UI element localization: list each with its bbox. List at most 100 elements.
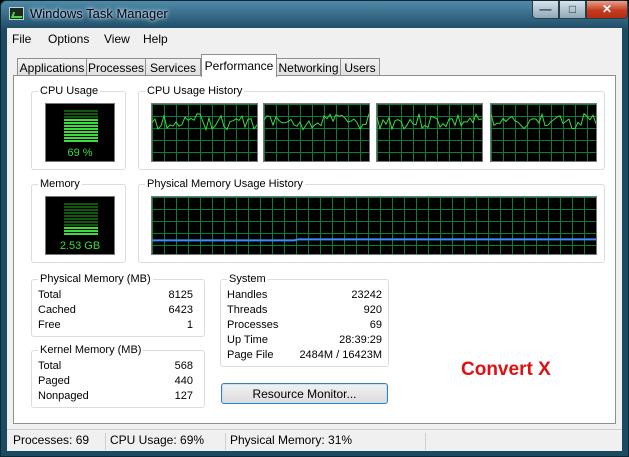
stat-row: Cached 6423 <box>38 304 193 318</box>
memory-history-label: Physical Memory Usage History <box>145 178 305 190</box>
cpu-core4-line <box>491 112 596 130</box>
task-manager-icon <box>9 7 24 20</box>
physical-memory-group: Physical Memory (MB) Total 8125 Cached 642… <box>31 273 205 337</box>
stat-value: 28:39:29 <box>339 334 382 346</box>
physical-memory-label: Physical Memory (MB) <box>38 273 153 285</box>
meter-bar-segment <box>64 116 98 118</box>
kernel-memory-group: Kernel Memory (MB) Total 568 Paged 440 Non… <box>31 344 205 408</box>
stat-value: 568 <box>174 360 193 372</box>
meter-bar-segment <box>64 218 98 220</box>
stat-value: 920 <box>363 304 382 316</box>
close-icon: ✕ <box>601 2 613 16</box>
cpu-core3-line <box>377 112 482 131</box>
cpu-history-group: CPU Usage History <box>138 85 605 170</box>
close-button[interactable]: ✕ <box>586 1 628 19</box>
stat-row: Page File 2484M / 16423M <box>227 349 382 363</box>
memory-history-series <box>152 238 596 242</box>
cpu-history-series <box>377 112 482 131</box>
stat-row: Nonpaged 127 <box>38 390 193 404</box>
tab-users[interactable]: Users <box>340 58 380 76</box>
stat-row: Processes 69 <box>227 319 382 333</box>
stat-row: Free 1 <box>38 319 193 333</box>
kernel-memory-label: Kernel Memory (MB) <box>38 344 144 356</box>
memory-usage-line <box>152 238 596 242</box>
cpu-history-graph-core3 <box>376 103 483 162</box>
minimize-button[interactable]: — <box>532 1 559 19</box>
task-manager-window: Windows Task Manager — □ ✕ File Options … <box>0 0 629 457</box>
stat-name: Up Time <box>227 334 268 346</box>
meter-bar-segment <box>64 203 98 205</box>
cpu-core2-line <box>264 113 369 131</box>
meter-bar-segment <box>64 224 98 226</box>
memory-value: 2.53 GB <box>59 240 101 252</box>
cpu-usage-group: CPU Usage 69 % <box>31 85 126 170</box>
meter-bar-segment <box>64 131 98 133</box>
stat-name: Free <box>38 319 61 331</box>
meter-bar-segment <box>64 215 98 217</box>
minimize-icon: — <box>539 2 552 16</box>
system-group: System Handles 23242 Threads 920 Processes… <box>220 273 389 367</box>
meter-bar-segment <box>64 233 98 235</box>
memory-meter: 2.53 GB <box>45 196 115 255</box>
tab-networking[interactable]: Networking <box>276 58 341 76</box>
tab-performance[interactable]: Performance <box>201 54 277 77</box>
cpu-usage-meter: 69 % <box>45 103 115 162</box>
maximize-button[interactable]: □ <box>559 1 586 19</box>
tab-applications[interactable]: Applications <box>17 58 87 76</box>
convert-x-watermark: Convert X <box>461 359 551 380</box>
stat-value: 440 <box>174 375 193 387</box>
memory-history-group: Physical Memory Usage History <box>138 178 605 263</box>
meter-bar-segment <box>64 113 98 115</box>
cpu-usage-label: CPU Usage <box>38 85 101 97</box>
stat-value: 2484M / 16423M <box>299 349 382 361</box>
client-area: File Options View Help Applications Proc… <box>7 28 622 451</box>
stat-value: 8125 <box>168 289 193 301</box>
window-title: Windows Task Manager <box>30 6 168 21</box>
menu-help[interactable]: Help <box>143 32 168 46</box>
cpu-history-series <box>264 113 369 131</box>
cpu-history-series <box>491 112 596 130</box>
stat-value: 1 <box>186 319 193 331</box>
meter-bar-segment <box>64 134 98 136</box>
cpu-history-graph-core1 <box>151 103 258 162</box>
system-label: System <box>227 273 268 285</box>
stat-row: Total 568 <box>38 360 193 374</box>
stat-value: 69 <box>369 319 382 331</box>
stat-row: Total 8125 <box>38 289 193 303</box>
cpu-usage-value: 69 % <box>67 147 93 159</box>
meter-bar-segment <box>64 230 98 232</box>
stat-name: Threads <box>227 304 268 316</box>
status-cpu-usage: CPU Usage: 69% <box>105 433 225 450</box>
memory-group: Memory 2.53 GB <box>31 178 126 263</box>
maximize-icon: □ <box>568 2 577 16</box>
meter-bar-segment <box>64 137 98 139</box>
meter-bar-segment <box>64 122 98 124</box>
menu-bar: File Options View Help <box>7 28 622 50</box>
stat-name: Processes <box>227 319 279 331</box>
status-processes: Processes: 69 <box>13 433 90 447</box>
title-bar[interactable]: Windows Task Manager — □ ✕ <box>1 1 628 28</box>
status-empty <box>425 433 620 450</box>
cpu-meter-bars <box>64 110 98 143</box>
stat-name: Handles <box>227 289 268 301</box>
stat-name: Paged <box>38 375 70 387</box>
memory-label: Memory <box>38 178 82 190</box>
meter-bar-segment <box>64 128 98 130</box>
stat-row: Paged 440 <box>38 375 193 389</box>
tab-services[interactable]: Services <box>145 58 201 76</box>
resource-monitor-button[interactable]: Resource Monitor... <box>221 383 388 404</box>
meter-bar-segment <box>64 221 98 223</box>
performance-page: CPU Usage 69 % CPU Usage History Memory <box>13 75 616 424</box>
stat-name: Total <box>38 289 62 301</box>
stat-row: Threads 920 <box>227 304 382 318</box>
meter-bar-segment <box>64 110 98 112</box>
meter-bar-segment <box>64 212 98 214</box>
tab-processes[interactable]: Processes <box>86 58 146 76</box>
menu-view[interactable]: View <box>104 32 130 46</box>
meter-bar-segment <box>64 209 98 211</box>
menu-file[interactable]: File <box>12 32 31 46</box>
stat-value: 23242 <box>351 289 382 301</box>
menu-options[interactable]: Options <box>48 32 89 46</box>
stat-value: 127 <box>174 390 193 402</box>
cpu-history-graph-core4 <box>490 103 597 162</box>
